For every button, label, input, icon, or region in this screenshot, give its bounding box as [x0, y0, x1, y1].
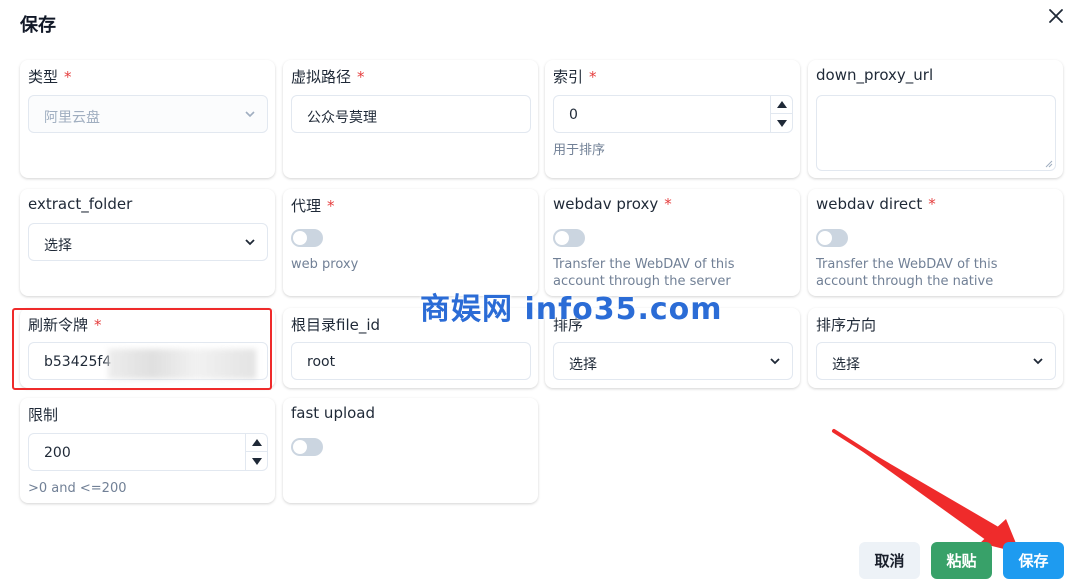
order-by-value: 选择 — [569, 357, 597, 373]
increment-button[interactable] — [246, 434, 268, 452]
fast-upload-toggle[interactable] — [291, 438, 323, 456]
chevron-down-icon — [768, 354, 782, 368]
extract-folder-label: extract_folder — [28, 195, 133, 213]
index-card: 索引 * 0 用于排序 — [545, 60, 800, 178]
type-card: 类型 * 阿里云盘 — [20, 60, 275, 178]
watermark: 商娱网 info35.com — [420, 292, 723, 327]
cancel-button[interactable]: 取消 — [859, 542, 920, 579]
type-select-value: 阿里云盘 — [44, 110, 100, 126]
chevron-down-icon — [243, 235, 257, 249]
proxy-helper: web proxy — [291, 257, 359, 272]
proxy-label: 代理 — [291, 197, 322, 215]
decrement-button[interactable] — [246, 452, 268, 470]
close-icon[interactable] — [1044, 4, 1068, 28]
toggle-knob — [818, 231, 832, 245]
order-direction-select[interactable]: 选择 — [816, 342, 1056, 380]
refresh-token-value: b53425f4 — [44, 354, 112, 370]
webdav-proxy-toggle[interactable] — [553, 229, 585, 247]
order-direction-label: 排序方向 — [816, 316, 877, 334]
index-stepper — [770, 96, 793, 132]
extract-folder-select[interactable]: 选择 — [28, 223, 268, 261]
webdav-proxy-label: webdav proxy — [553, 195, 659, 213]
order-by-select[interactable]: 选择 — [553, 342, 793, 380]
index-value: 0 — [569, 107, 578, 123]
limit-input[interactable]: 200 — [28, 433, 268, 471]
webdav-proxy-card: webdav proxy * Transfer the WebDAV of thi… — [545, 189, 800, 296]
webdav-direct-helper: Transfer the WebDAV of this account thro… — [816, 257, 998, 289]
virtual-path-card: 虚拟路径 * 公众号莫理 — [283, 60, 538, 178]
extract-folder-card: extract_folder 选择 — [20, 189, 275, 296]
triangle-down-icon — [777, 119, 787, 127]
root-folder-value: root — [307, 354, 336, 370]
down-proxy-url-label: down_proxy_url — [816, 66, 934, 84]
toggle-knob — [555, 231, 569, 245]
proxy-card: 代理 * web proxy — [283, 189, 538, 296]
limit-value: 200 — [44, 445, 71, 461]
limit-stepper — [245, 434, 268, 470]
virtual-path-input[interactable]: 公众号莫理 — [291, 95, 531, 133]
required-mark: * — [589, 68, 597, 86]
triangle-up-icon — [252, 439, 262, 446]
webdav-direct-card: webdav direct * Transfer the WebDAV of th… — [808, 189, 1063, 296]
triangle-down-icon — [252, 457, 262, 465]
webdav-direct-toggle[interactable] — [816, 229, 848, 247]
required-mark: * — [327, 197, 335, 215]
refresh-token-label: 刷新令牌 — [28, 316, 89, 334]
required-mark: * — [928, 195, 936, 213]
index-label: 索引 — [553, 68, 584, 86]
required-mark: * — [664, 195, 672, 213]
chevron-down-icon — [1031, 354, 1045, 368]
virtual-path-label: 虚拟路径 — [291, 68, 352, 86]
required-mark: * — [357, 68, 365, 86]
limit-card: 限制 200 >0 and <=200 — [20, 398, 275, 503]
type-select[interactable]: 阿里云盘 — [28, 95, 268, 133]
redacted-blur — [108, 349, 256, 379]
chevron-down-icon — [243, 107, 257, 121]
toggle-knob — [293, 440, 307, 454]
type-label: 类型 — [28, 68, 59, 86]
required-mark: * — [94, 316, 102, 334]
root-folder-label: 根目录file_id — [291, 316, 381, 334]
limit-helper: >0 and <=200 — [28, 481, 127, 496]
triangle-up-icon — [777, 101, 787, 108]
index-input[interactable]: 0 — [553, 95, 793, 133]
virtual-path-value: 公众号莫理 — [307, 110, 377, 126]
save-button[interactable]: 保存 — [1003, 542, 1064, 579]
limit-label: 限制 — [28, 406, 59, 424]
paste-button[interactable]: 粘贴 — [931, 542, 992, 579]
down-proxy-url-card: down_proxy_url — [808, 60, 1063, 178]
proxy-toggle[interactable] — [291, 229, 323, 247]
order-direction-card: 排序方向 选择 — [808, 308, 1063, 388]
order-direction-value: 选择 — [832, 357, 860, 373]
increment-button[interactable] — [771, 96, 793, 114]
fast-upload-card: fast upload — [283, 398, 538, 503]
required-mark: * — [64, 68, 72, 86]
down-proxy-url-textarea[interactable] — [816, 95, 1056, 171]
toggle-knob — [293, 231, 307, 245]
fast-upload-label: fast upload — [291, 404, 376, 422]
index-helper: 用于排序 — [553, 143, 606, 158]
webdav-direct-label: webdav direct — [816, 195, 923, 213]
root-folder-input[interactable]: root — [291, 342, 531, 380]
decrement-button[interactable] — [771, 114, 793, 132]
extract-folder-value: 选择 — [44, 238, 72, 254]
dialog-title: 保存 — [20, 15, 56, 36]
resize-grip-icon[interactable] — [1045, 160, 1053, 168]
